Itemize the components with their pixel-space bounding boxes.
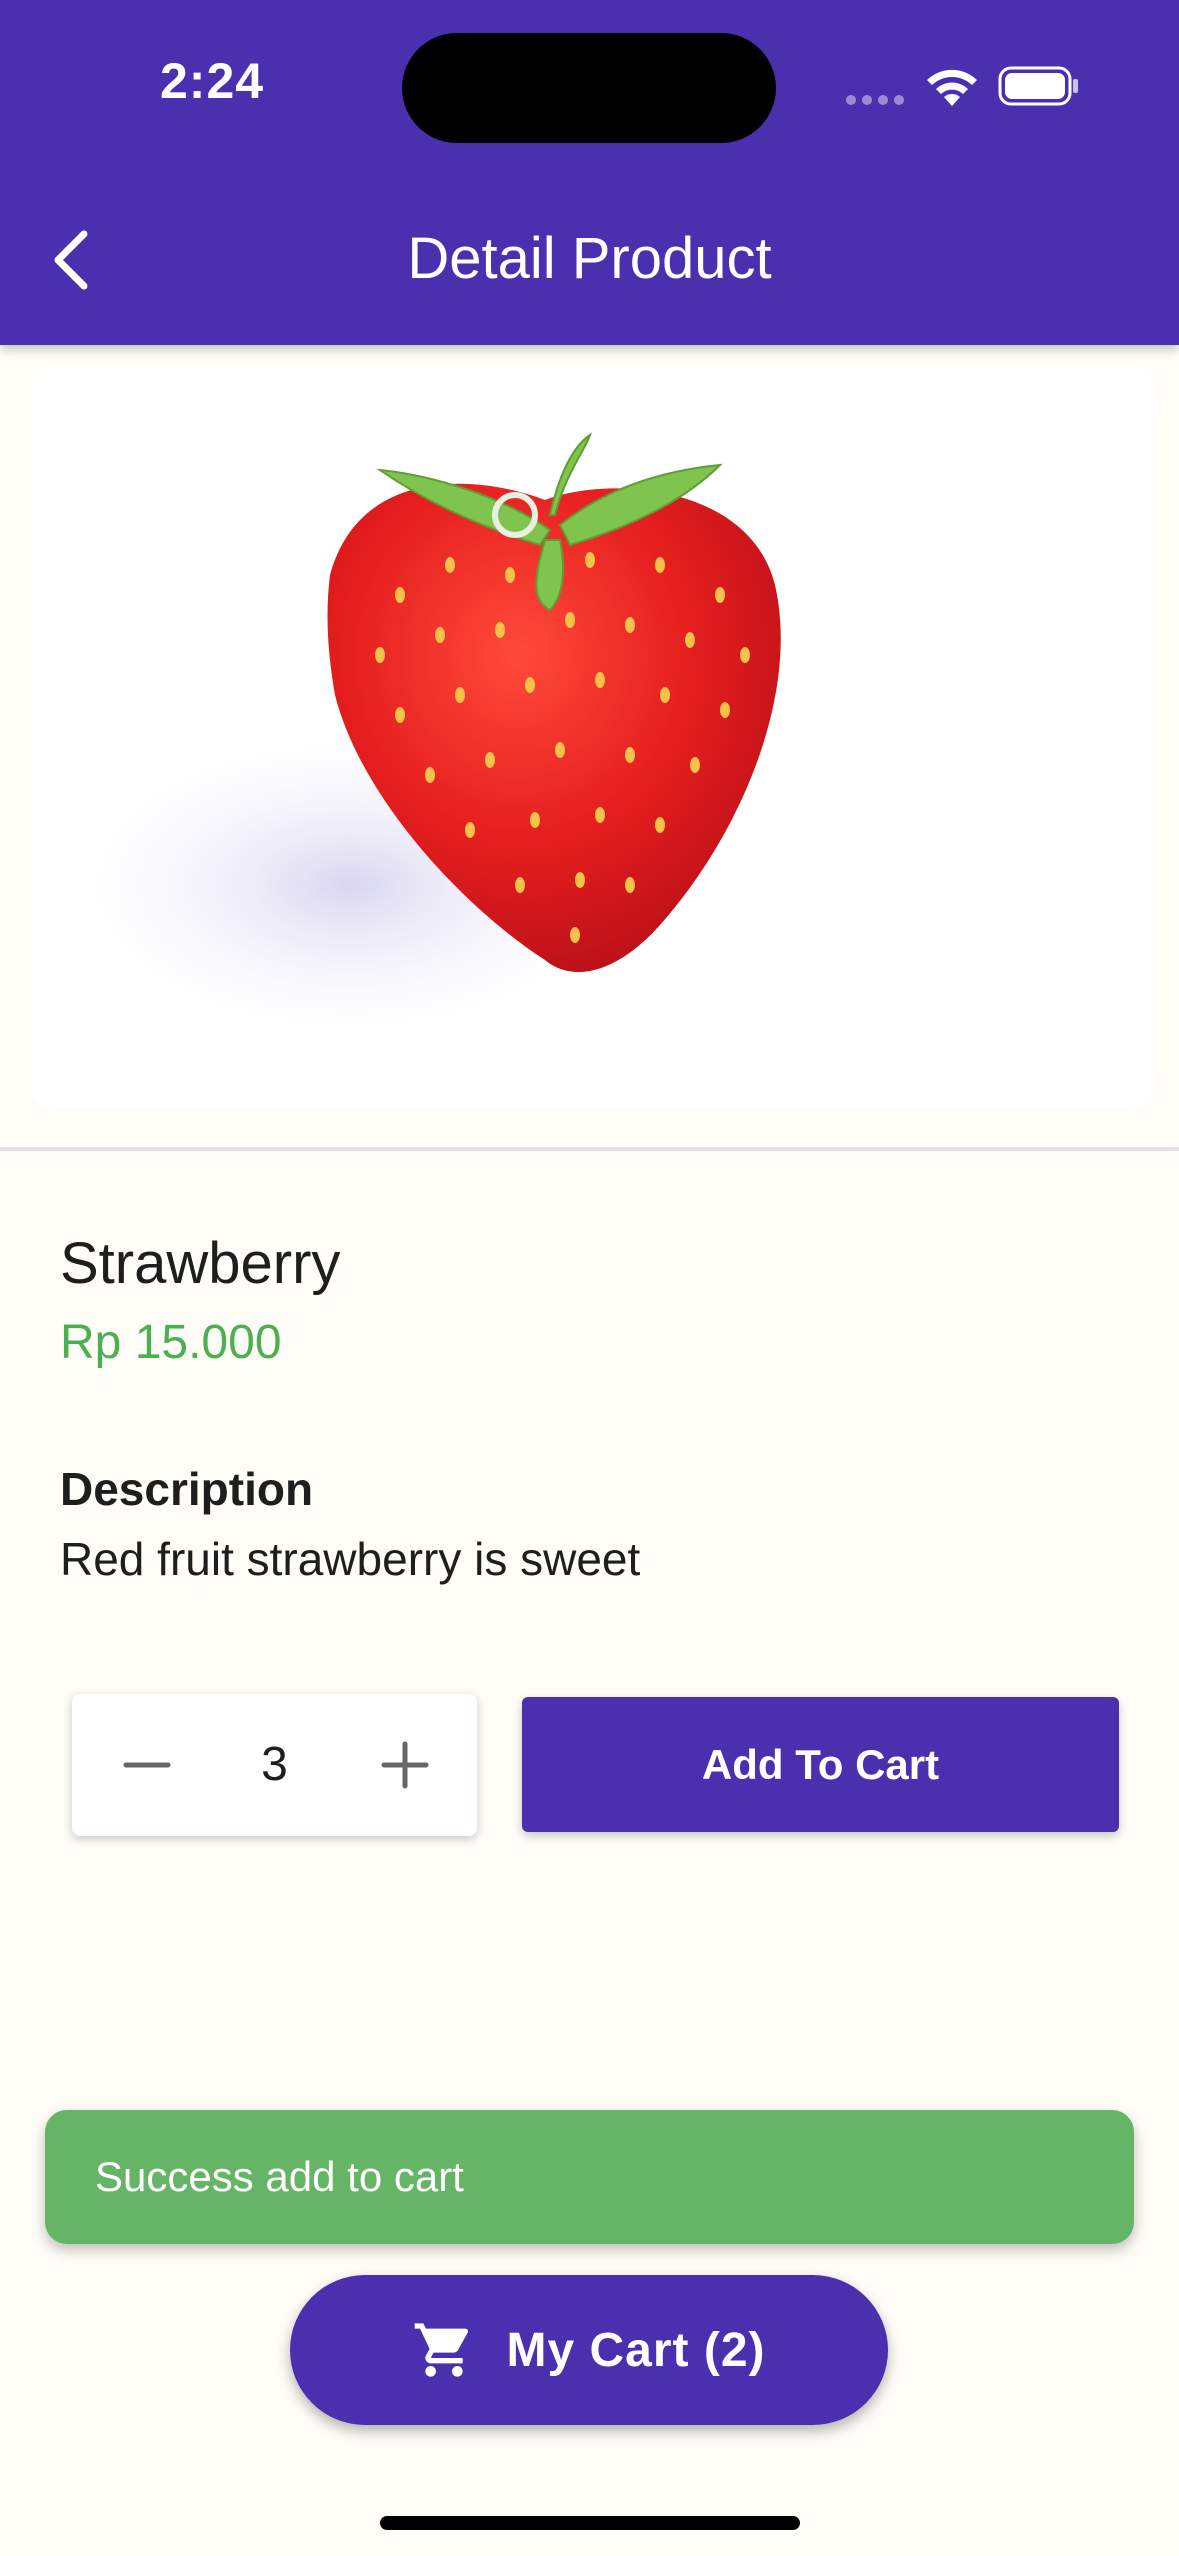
battery-icon <box>998 66 1078 106</box>
description-text: Red fruit strawberry is sweet <box>60 1533 641 1585</box>
product-price: Rp 15.000 <box>60 1316 282 1369</box>
dynamic-island <box>402 33 776 143</box>
quantity-value: 3 <box>261 1738 288 1791</box>
add-to-cart-button[interactable]: Add To Cart <box>522 1697 1119 1832</box>
wifi-icon <box>927 69 977 106</box>
product-name: Strawberry <box>60 1231 341 1296</box>
image-divider <box>0 1147 1179 1151</box>
product-image <box>30 365 1155 1110</box>
description-heading: Description <box>60 1463 314 1515</box>
page-title: Detail Product <box>407 226 772 291</box>
cellular-signal-icon <box>846 95 906 105</box>
product-image-area <box>0 345 1179 1150</box>
decrease-quantity-button[interactable] <box>112 1730 182 1800</box>
minus-icon <box>123 1762 171 1768</box>
plus-icon <box>381 1741 429 1789</box>
quantity-stepper: 3 <box>72 1694 477 1836</box>
app-bar: 2:24 Detail Product <box>0 0 1179 345</box>
shopping-cart-icon <box>415 2323 469 2377</box>
my-cart-button[interactable]: My Cart (2) <box>290 2275 888 2425</box>
increase-quantity-button[interactable] <box>370 1730 440 1800</box>
status-time: 2:24 <box>160 53 265 109</box>
snackbar-message: Success add to cart <box>95 2153 464 2200</box>
home-indicator <box>380 2516 800 2530</box>
success-snackbar: Success add to cart <box>45 2110 1134 2244</box>
my-cart-label: My Cart (2) <box>506 2323 766 2377</box>
